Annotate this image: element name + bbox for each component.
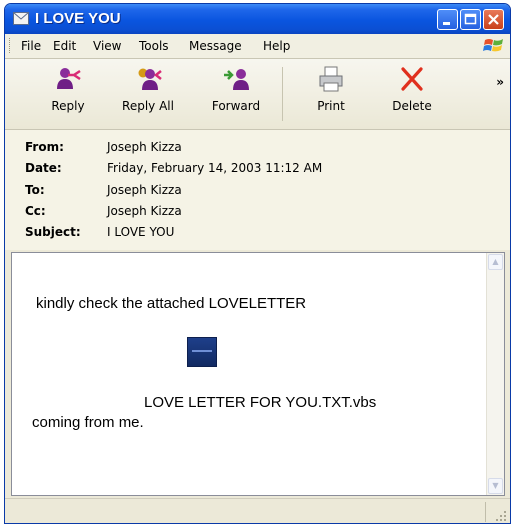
menu-view[interactable]: View (93, 39, 121, 53)
to-value: Joseph Kizza (107, 183, 182, 197)
cc-label: Cc: (25, 204, 46, 218)
reply-button[interactable]: Reply (43, 65, 93, 113)
vertical-scrollbar[interactable]: ▲ ▼ (486, 253, 504, 495)
subject-label: Subject: (25, 225, 81, 239)
printer-icon (319, 66, 343, 92)
status-bar (5, 498, 510, 523)
menu-grip[interactable] (9, 38, 13, 53)
to-label: To: (25, 183, 45, 197)
scroll-up-button[interactable]: ▲ (488, 254, 503, 270)
close-button[interactable] (483, 9, 504, 30)
menu-bar: File Edit View Tools Message Help (5, 34, 510, 59)
reply-all-button[interactable]: Reply All (118, 65, 178, 113)
maximize-button[interactable] (460, 9, 481, 30)
message-line-2: coming from me. (32, 414, 144, 431)
toolbar-overflow-button[interactable]: » (496, 75, 504, 89)
window-title: I LOVE YOU (35, 10, 121, 27)
menu-edit[interactable]: Edit (53, 39, 76, 53)
scroll-down-button[interactable]: ▼ (488, 478, 503, 494)
envelope-icon (13, 12, 29, 25)
forward-icon (224, 69, 249, 90)
attachment-icon[interactable] (187, 337, 217, 367)
forward-label: Forward (211, 99, 261, 113)
delete-label: Delete (392, 99, 432, 113)
date-value: Friday, February 14, 2003 11:12 AM (107, 161, 323, 175)
minimize-button[interactable] (437, 9, 458, 30)
toolbar-separator (282, 67, 283, 121)
maximize-icon (464, 13, 477, 25)
from-label: From: (25, 140, 64, 154)
forward-button[interactable]: Forward (207, 65, 265, 113)
message-body[interactable]: kindly check the attached LOVELETTER LOV… (11, 252, 505, 496)
cc-value: Joseph Kizza (107, 204, 182, 218)
reply-label: Reply (51, 99, 85, 113)
toolbar: Reply Reply All Forward Print Delete » (5, 59, 510, 130)
menu-message[interactable]: Message (189, 39, 242, 53)
print-button[interactable]: Print (309, 65, 353, 113)
subject-value: I LOVE YOU (107, 225, 175, 239)
windows-logo-icon (483, 39, 503, 52)
message-header: From: Joseph Kizza Date: Friday, Februar… (5, 130, 510, 250)
reply-all-label: Reply All (122, 99, 174, 113)
close-icon (488, 14, 499, 25)
attachment-name[interactable]: LOVE LETTER FOR YOU.TXT.vbs (144, 394, 376, 411)
print-label: Print (317, 99, 345, 113)
menu-help[interactable]: Help (263, 39, 290, 53)
menu-tools[interactable]: Tools (139, 39, 169, 53)
from-value: Joseph Kizza (107, 140, 182, 154)
reply-icon (57, 68, 81, 89)
date-label: Date: (25, 161, 62, 175)
delete-button[interactable]: Delete (387, 65, 437, 113)
email-window: I LOVE YOU File Edit View Tools Message … (4, 3, 511, 524)
minimize-icon (443, 22, 450, 25)
resize-grip-icon[interactable] (495, 510, 507, 522)
reply-all-icon (138, 68, 162, 90)
title-bar[interactable]: I LOVE YOU (5, 4, 510, 34)
message-line-1: kindly check the attached LOVELETTER (36, 295, 307, 312)
status-separator (485, 502, 486, 522)
delete-icon (401, 67, 423, 91)
menu-file[interactable]: File (21, 39, 41, 53)
